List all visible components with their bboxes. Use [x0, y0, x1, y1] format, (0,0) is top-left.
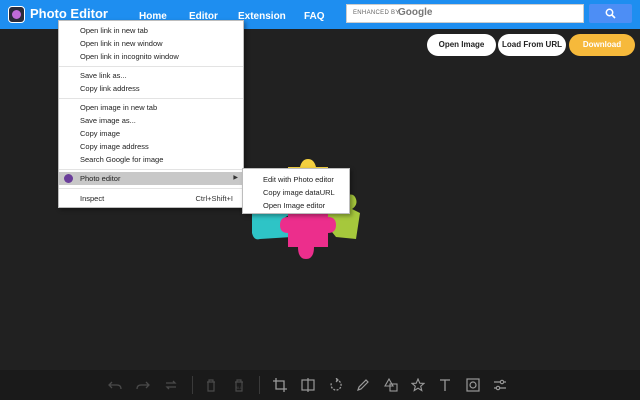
crop-icon[interactable]	[273, 378, 287, 392]
menu-separator	[59, 188, 243, 189]
photo-editor-submenu: Edit with Photo editor Copy image dataUR…	[242, 168, 350, 214]
toolbar-divider	[192, 376, 193, 394]
menu-separator	[59, 98, 243, 99]
app-title[interactable]: Photo Editor	[30, 6, 108, 21]
menu-inspect-shortcut: Ctrl+Shift+I	[195, 194, 233, 203]
context-menu: Open link in new tab Open link in new wi…	[58, 20, 244, 208]
menu-inspect-label: Inspect	[80, 194, 105, 203]
toolbar-divider	[259, 376, 260, 394]
text-icon[interactable]	[438, 378, 452, 392]
submenu-arrow-icon: ▶	[233, 175, 238, 181]
redo-icon[interactable]	[136, 378, 150, 392]
menu-open-link-new-tab[interactable]: Open link in new tab	[59, 24, 243, 37]
menu-inspect[interactable]: Inspect Ctrl+Shift+I	[59, 192, 243, 205]
menu-open-link-incognito[interactable]: Open link in incognito window	[59, 50, 243, 63]
draw-icon[interactable]	[356, 378, 370, 392]
search-icon	[605, 8, 616, 19]
nav-faq[interactable]: FAQ	[304, 11, 325, 22]
delete-all-label: ALL	[236, 386, 242, 390]
menu-open-link-new-window[interactable]: Open link in new window	[59, 37, 243, 50]
menu-search-google-image[interactable]: Search Google for image	[59, 153, 243, 166]
open-image-button[interactable]: Open Image	[427, 34, 496, 56]
menu-copy-image-address[interactable]: Copy image address	[59, 140, 243, 153]
star-icon[interactable]	[411, 378, 425, 392]
menu-save-image-as[interactable]: Save image as...	[59, 114, 243, 127]
nav-extension[interactable]: Extension	[238, 11, 286, 22]
menu-photo-editor[interactable]: Photo editor ▶	[59, 172, 243, 185]
search-button[interactable]	[589, 4, 632, 23]
undo-icon[interactable]	[108, 378, 122, 392]
app-logo-icon[interactable]	[8, 6, 25, 23]
delete-icon[interactable]	[204, 378, 218, 392]
menu-open-image-new-tab[interactable]: Open image in new tab	[59, 101, 243, 114]
search-input[interactable]: ENHANCED BY Google	[346, 4, 584, 23]
delete-all-icon[interactable]: ALL	[232, 378, 246, 392]
submenu-edit-with-photo-editor[interactable]: Edit with Photo editor	[243, 173, 349, 186]
search-enhanced-label: ENHANCED BY	[353, 10, 400, 16]
search-brand-label: Google	[398, 7, 433, 18]
mask-icon[interactable]	[466, 378, 480, 392]
download-button[interactable]: Download	[569, 34, 635, 56]
load-from-url-button[interactable]: Load From URL	[498, 34, 566, 56]
menu-copy-image[interactable]: Copy image	[59, 127, 243, 140]
shape-icon[interactable]	[384, 378, 398, 392]
menu-photo-editor-label: Photo editor	[80, 174, 121, 183]
menu-save-link-as[interactable]: Save link as...	[59, 69, 243, 82]
flip-icon[interactable]	[301, 378, 315, 392]
refresh-icon[interactable]	[164, 378, 178, 392]
submenu-open-image-editor[interactable]: Open Image editor	[243, 199, 349, 212]
filter-icon[interactable]	[493, 378, 507, 392]
photo-editor-icon	[64, 174, 73, 183]
menu-separator	[59, 66, 243, 67]
menu-separator	[59, 169, 243, 170]
rotate-icon[interactable]	[329, 378, 343, 392]
editor-toolbar: ALL	[0, 370, 640, 400]
menu-copy-link-address[interactable]: Copy link address	[59, 82, 243, 95]
submenu-copy-image-dataurl[interactable]: Copy image dataURL	[243, 186, 349, 199]
